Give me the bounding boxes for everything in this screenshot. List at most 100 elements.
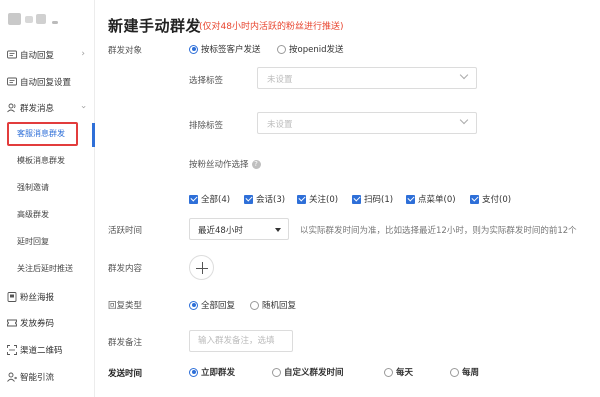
remark-input-wrapper <box>189 330 293 352</box>
sidebar: 自动回复 › 自动回复设置 群发消息 › 客服消息群发 模板消息群发 强制邀请 … <box>0 0 95 397</box>
checkbox-label: 全部(4) <box>201 195 231 205</box>
radio-checked-icon <box>189 300 198 310</box>
sidebar-item-label: 自动回复 <box>20 51 55 61</box>
checkbox-checked-icon <box>470 194 479 204</box>
checkbox-session[interactable]: 会话(3) <box>244 193 285 205</box>
message-icon <box>7 77 17 87</box>
sidebar-subitem-force-invite[interactable]: 强制邀请 <box>17 180 49 196</box>
sidebar-subitem-customer-service[interactable]: 客服消息群发 <box>17 126 65 142</box>
guide-icon <box>7 372 18 382</box>
target-option-tags[interactable]: 按标签客户发送 <box>189 43 261 55</box>
radio-checked-icon <box>189 44 198 54</box>
sidebar-item-label: 自动回复设置 <box>20 78 72 88</box>
sidebar-item-label: 智能引流 <box>20 373 55 383</box>
checkbox-label: 会话(3) <box>256 195 286 205</box>
title-note: (仅对48小时内活跃的粉丝进行推送) <box>199 22 344 32</box>
target-option-label: 按标签客户发送 <box>201 45 261 55</box>
message-icon <box>7 50 17 60</box>
qrcode-icon <box>7 345 17 355</box>
send-time-option-label: 自定义群发时间 <box>284 368 344 378</box>
sidebar-item-label: 粉丝海报 <box>20 293 55 303</box>
radio-unchecked-icon <box>277 44 286 54</box>
sidebar-item-auto-reply-settings[interactable]: 自动回复设置 <box>0 72 94 92</box>
checkbox-all[interactable]: 全部(4) <box>189 193 230 205</box>
checkbox-pay[interactable]: 支付(0) <box>470 193 511 205</box>
exclude-tags-label: 排除标签 <box>189 121 224 131</box>
sidebar-item-smart-guide[interactable]: 智能引流 <box>0 367 94 387</box>
active-time-select[interactable]: 最近48小时 <box>189 218 289 240</box>
radio-unchecked-icon <box>272 367 281 377</box>
ticket-icon <box>7 318 17 328</box>
reply-type-option-label: 随机回复 <box>262 301 297 311</box>
active-time-label: 活跃时间 <box>108 226 143 236</box>
action-choice-text: 按粉丝动作选择 <box>189 160 249 170</box>
action-choice-label: 按粉丝动作选择 ? <box>189 158 261 170</box>
sidebar-item-channel-qrcode[interactable]: 渠道二维码 <box>0 340 94 360</box>
send-time-daily[interactable]: 每天 <box>384 366 413 378</box>
sidebar-item-mass-message[interactable]: 群发消息 › <box>0 98 94 118</box>
send-time-option-label: 每天 <box>396 368 414 378</box>
checkbox-follow[interactable]: 关注(0) <box>297 193 338 205</box>
checkbox-checked-icon <box>244 194 253 204</box>
chevron-down-icon <box>459 70 469 80</box>
sidebar-subitem-advanced[interactable]: 高级群发 <box>17 207 49 223</box>
sidebar-item-fan-poster[interactable]: 粉丝海报 <box>0 287 94 307</box>
poster-icon <box>7 292 17 302</box>
active-time-value: 最近48小时 <box>198 226 243 236</box>
checkbox-label: 关注(0) <box>309 195 339 205</box>
sidebar-subitem-delay-reply[interactable]: 延时回复 <box>17 234 49 250</box>
checkbox-label: 扫码(1) <box>364 195 394 205</box>
users-icon <box>7 103 17 113</box>
radio-unchecked-icon <box>250 300 259 310</box>
radio-unchecked-icon <box>450 367 459 377</box>
target-option-openid[interactable]: 按openid发送 <box>277 43 343 55</box>
add-content-button[interactable] <box>189 255 214 280</box>
sidebar-item-label: 发放券码 <box>20 319 55 329</box>
chevron-down-icon: › <box>78 105 89 109</box>
checkbox-checked-icon <box>406 194 415 204</box>
help-icon[interactable]: ? <box>251 159 261 169</box>
sidebar-subitem-template[interactable]: 模板消息群发 <box>17 153 65 169</box>
checkbox-checked-icon <box>352 194 361 204</box>
reply-type-option-label: 全部回复 <box>201 301 236 311</box>
app-logo <box>8 12 72 26</box>
checkbox-label: 点菜单(0) <box>418 195 456 205</box>
checkbox-label: 支付(0) <box>482 195 512 205</box>
sidebar-item-coupon[interactable]: 发放券码 <box>0 313 94 333</box>
reply-type-all[interactable]: 全部回复 <box>189 299 235 311</box>
send-time-custom[interactable]: 自定义群发时间 <box>272 366 344 378</box>
sidebar-subitem-follow-delay[interactable]: 关注后延时推送 <box>17 261 73 277</box>
sidebar-item-auto-reply[interactable]: 自动回复 › <box>0 45 94 65</box>
send-time-now[interactable]: 立即群发 <box>189 366 235 378</box>
content-label: 群发内容 <box>108 264 143 274</box>
exclude-tags-dropdown[interactable]: 未设置 <box>257 112 477 134</box>
remark-label: 群发备注 <box>108 338 143 348</box>
checkbox-checked-icon <box>189 194 198 204</box>
send-time-label: 发送时间 <box>108 369 143 379</box>
active-indicator <box>92 123 95 147</box>
page-title: 新建手动群发 <box>108 17 202 35</box>
send-time-weekly[interactable]: 每周 <box>450 366 479 378</box>
reply-type-label: 回复类型 <box>108 301 143 311</box>
sidebar-item-label: 渠道二维码 <box>20 346 63 356</box>
checkbox-menu[interactable]: 点菜单(0) <box>406 193 456 205</box>
chevron-down-icon <box>459 115 469 125</box>
checkbox-scan[interactable]: 扫码(1) <box>352 193 393 205</box>
select-tags-placeholder: 未设置 <box>267 75 293 85</box>
remark-input[interactable] <box>190 331 292 351</box>
radio-checked-icon <box>189 367 198 377</box>
select-tags-dropdown[interactable]: 未设置 <box>257 67 477 89</box>
active-time-hint: 以实际群发时间为准，比如选择最近12小时，则为实际群发时间的前12个 <box>300 226 577 236</box>
select-tags-label: 选择标签 <box>189 76 224 86</box>
caret-down-icon <box>275 228 281 232</box>
chevron-right-icon: › <box>81 49 85 59</box>
send-time-option-label: 每周 <box>462 368 480 378</box>
exclude-tags-placeholder: 未设置 <box>267 120 293 130</box>
radio-unchecked-icon <box>384 367 393 377</box>
target-option-label: 按openid发送 <box>289 45 344 55</box>
sidebar-item-label: 群发消息 <box>20 104 55 114</box>
send-time-option-label: 立即群发 <box>201 368 236 378</box>
reply-type-random[interactable]: 随机回复 <box>250 299 296 311</box>
checkbox-checked-icon <box>297 194 306 204</box>
target-label: 群发对象 <box>108 46 143 56</box>
